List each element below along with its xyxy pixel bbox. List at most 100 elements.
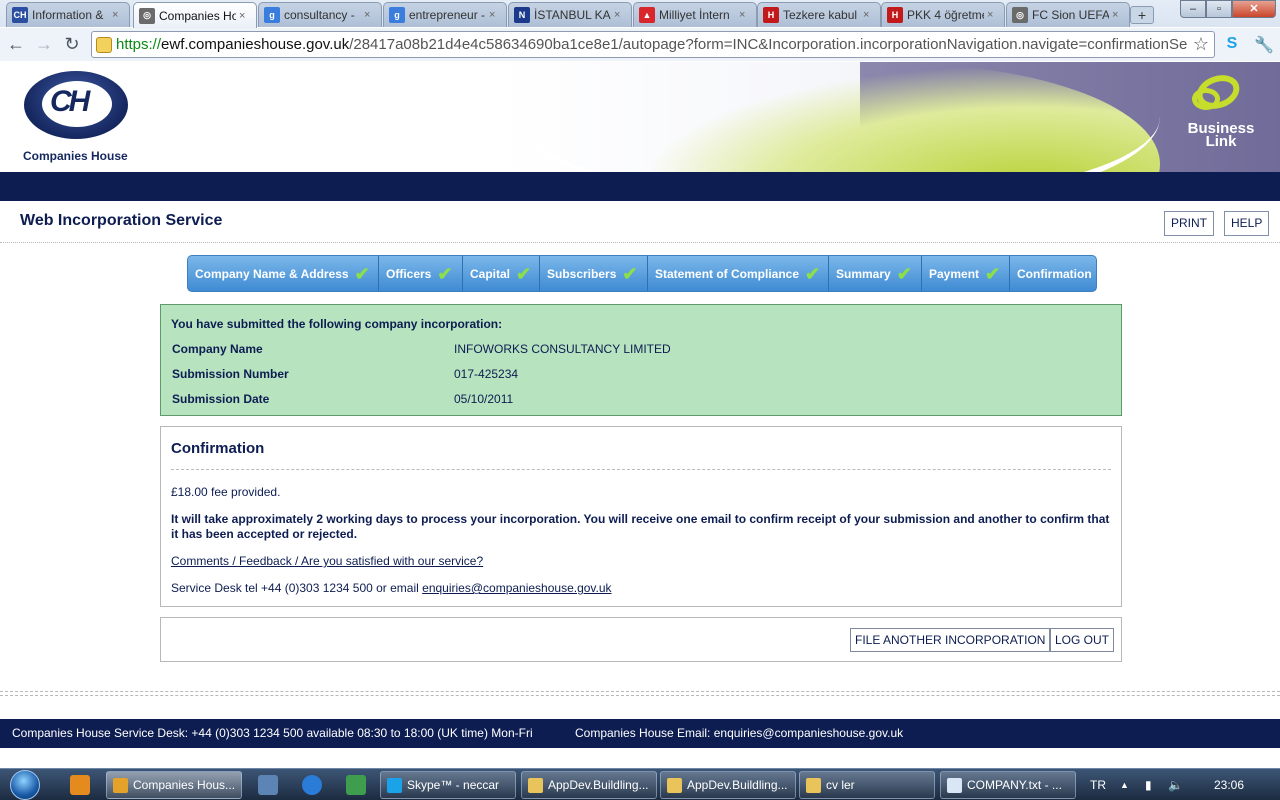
browser-tab[interactable]: ◎ Companies Ho × (133, 2, 257, 28)
tab-close-icon[interactable]: × (739, 9, 751, 21)
tab-close-icon[interactable]: × (489, 9, 501, 21)
taskbar-button-label: COMPANY.txt - ... (967, 778, 1062, 792)
step-tab[interactable]: Company Name & Address ✔ (188, 256, 379, 291)
address-bar[interactable]: https://ewf.companieshouse.gov.uk/28417a… (91, 31, 1215, 58)
service-desk-text: Service Desk tel +44 (0)303 1234 500 or … (171, 581, 423, 595)
service-desk-email-link[interactable]: enquiries@companieshouse.gov.uk (422, 581, 611, 595)
fee-text: £18.00 fee provided. (171, 485, 281, 499)
step-tab[interactable]: Summary ✔ (829, 256, 922, 291)
site-header: CH Companies House Business Link (0, 62, 1280, 172)
tab-label: PKK 4 öğretme (907, 8, 984, 22)
business-link-logo[interactable]: Business Link (1186, 69, 1256, 160)
taskbar-button-label: AppDev.Buildling... (548, 778, 649, 792)
reload-icon[interactable]: ↻ (62, 35, 82, 55)
step-tab[interactable]: Officers ✔ (379, 256, 463, 291)
taskbar-window-button[interactable]: cv ler (799, 771, 935, 799)
step-label: Summary (836, 266, 891, 281)
show-desktop-icon[interactable] (258, 775, 278, 795)
tab-close-icon[interactable]: × (239, 10, 251, 22)
browser-tab[interactable]: H Tezkere kabul × (757, 2, 881, 27)
footer-divider (0, 691, 1280, 692)
step-complete-check-icon: ✔ (437, 263, 453, 284)
feedback-link[interactable]: Comments / Feedback / Are you satisfied … (171, 554, 483, 568)
taskbar-window-button[interactable]: Companies Hous... (106, 771, 242, 799)
step-tab[interactable]: Payment ✔ (922, 256, 1010, 291)
browser-tab[interactable]: ▲ Milliyet İntern × (633, 2, 757, 27)
log-out-button[interactable]: LOG OUT (1050, 628, 1115, 652)
print-button[interactable]: PRINT (1164, 211, 1214, 236)
step-tab[interactable]: Capital ✔ (463, 256, 540, 291)
tab-close-icon[interactable]: × (987, 9, 999, 21)
browser-tab[interactable]: H PKK 4 öğretme × (881, 2, 1005, 27)
skype-extension-icon[interactable]: S (1222, 35, 1242, 55)
confirmation-title: Confirmation (171, 440, 265, 457)
close-window-button[interactable]: ✕ (1232, 0, 1276, 18)
step-complete-check-icon: ✔ (354, 263, 370, 284)
tab-close-icon[interactable]: × (112, 9, 124, 21)
media-player-icon[interactable] (70, 775, 90, 795)
network-signal-icon[interactable]: ▮ (1145, 769, 1152, 800)
tab-favicon-icon: ▲ (639, 7, 655, 23)
step-label: Statement of Compliance (655, 266, 800, 281)
tab-favicon-icon: H (887, 7, 903, 23)
step-complete-check-icon: ✔ (896, 263, 912, 284)
taskbar-window-button[interactable]: COMPANY.txt - ... (940, 771, 1076, 799)
business-link-text: Business Link (1186, 121, 1256, 149)
browser-tab[interactable]: g entrepreneur - × (383, 2, 507, 27)
browser-toolbar: ← → ↻ https://ewf.companieshouse.gov.uk /… (0, 27, 1280, 61)
tab-close-icon[interactable]: × (863, 9, 875, 21)
taskbar-window-button[interactable]: AppDev.Buildling... (521, 771, 657, 799)
tab-label: entrepreneur - (409, 8, 486, 22)
footer-service-desk: Companies House Service Desk: +44 (0)303… (12, 726, 533, 740)
logo-letters: CH (50, 85, 90, 118)
clock[interactable]: 23:06 (1214, 769, 1244, 800)
summary-value: 017-425234 (454, 367, 519, 381)
file-another-incorporation-button[interactable]: FILE ANOTHER INCORPORATION (850, 628, 1051, 652)
taskbar-window-button[interactable]: AppDev.Buildling... (660, 771, 796, 799)
header-navy-bar (0, 172, 1280, 201)
step-tab[interactable]: Statement of Compliance ✔ (648, 256, 829, 291)
window-controls: – ▫ ✕ (1180, 0, 1276, 18)
messenger-icon[interactable] (346, 775, 366, 795)
tab-close-icon[interactable]: × (1112, 9, 1124, 21)
step-label: Capital (470, 266, 511, 281)
tab-close-icon[interactable]: × (364, 9, 376, 21)
browser-tab[interactable]: g consultancy - × (258, 2, 382, 27)
browser-tab[interactable]: CH Information & × (6, 2, 130, 27)
companies-house-logo[interactable]: CH Companies House (22, 71, 130, 163)
tray-up-arrow-icon[interactable]: ▲ (1120, 769, 1129, 800)
browser-tab[interactable]: N İSTANBUL KAI × (508, 2, 632, 27)
taskbar-button-label: Companies Hous... (133, 778, 236, 792)
back-icon[interactable]: ← (6, 35, 26, 55)
forward-icon[interactable]: → (34, 35, 54, 55)
taskbar-button-label: AppDev.Buildling... (687, 778, 788, 792)
tab-favicon-icon: g (389, 7, 405, 23)
tab-close-icon[interactable]: × (614, 9, 626, 21)
internet-explorer-icon[interactable] (302, 775, 322, 795)
header-white-arc (520, 62, 1160, 172)
taskbar-window-button[interactable]: Skype™ - neccar (380, 771, 516, 799)
maximize-button[interactable]: ▫ (1206, 0, 1232, 18)
tab-label: Companies Ho (159, 8, 236, 23)
tab-label: FC Sion UEFA' (1032, 8, 1109, 22)
new-tab-button[interactable]: + (1130, 6, 1154, 24)
tab-favicon-icon: H (763, 7, 779, 23)
tab-label: Tezkere kabul (783, 8, 858, 22)
wrench-icon[interactable]: 🔧 (1254, 35, 1274, 55)
summary-label: Submission Date (172, 392, 270, 406)
volume-icon[interactable]: 🔈 (1168, 769, 1183, 800)
browser-tab[interactable]: ◎ FC Sion UEFA' × (1006, 2, 1130, 27)
help-button[interactable]: HELP (1224, 211, 1270, 236)
minimize-button[interactable]: – (1180, 0, 1206, 18)
taskbar-app-icon (947, 778, 962, 793)
bookmark-star-icon[interactable]: ☆ (1193, 34, 1209, 55)
tab-strip: CH Information & × ◎ Companies Ho × g consultan… (0, 0, 1280, 28)
step-complete-check-icon: ✔ (805, 263, 821, 284)
step-tab[interactable]: Subscribers ✔ (540, 256, 648, 291)
step-label: Payment (929, 266, 980, 281)
step-label: Confirmation (1017, 266, 1092, 281)
language-indicator[interactable]: TR (1090, 769, 1106, 800)
windows-orb-icon (10, 770, 40, 800)
step-tab[interactable]: Confirmation (1010, 256, 1096, 291)
start-button[interactable] (4, 769, 48, 800)
